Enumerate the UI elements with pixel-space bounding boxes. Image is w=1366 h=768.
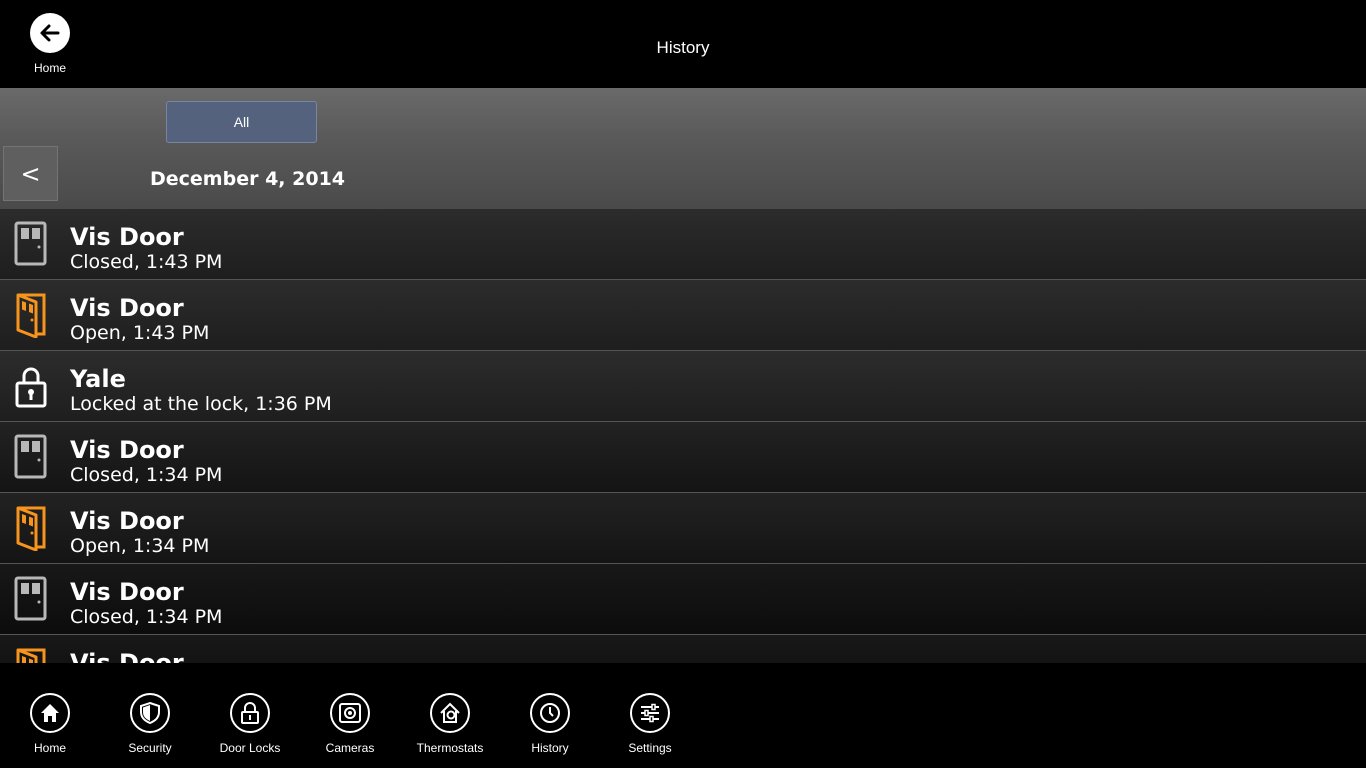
previous-day-button[interactable]: < <box>3 146 58 201</box>
nav-door-locks-label: Door Locks <box>219 741 281 755</box>
event-detail: Closed, 1:43 PM <box>70 251 223 273</box>
history-list[interactable]: Vis Door Closed, 1:43 PM Vis Door Open, … <box>0 209 1366 663</box>
list-item[interactable]: Yale Locked at the lock, 1:36 PM <box>0 351 1366 422</box>
clock-icon <box>530 693 570 733</box>
nav-home-label: Home <box>33 741 66 755</box>
list-item[interactable]: Vis Door Open, 1:43 PM <box>0 280 1366 351</box>
bottom-nav: Home Security Door Locks Cameras Thermos… <box>0 663 1366 768</box>
event-device: Vis Door <box>70 578 184 606</box>
nav-security-label: Security <box>128 741 172 755</box>
door-open-icon <box>16 293 46 338</box>
lock-icon <box>230 693 270 733</box>
filter-header: All < December 4, 2014 <box>0 88 1366 209</box>
date-label: December 4, 2014 <box>150 168 346 190</box>
nav-history-label: History <box>531 741 569 755</box>
sliders-icon <box>630 693 670 733</box>
door-closed-icon <box>14 221 47 266</box>
event-device: Vis Door <box>70 223 184 251</box>
filter-all-button[interactable]: All <box>166 101 317 143</box>
event-detail: Locked at the lock, 1:36 PM <box>70 393 332 415</box>
door-open-icon <box>16 506 46 551</box>
list-item[interactable]: Vis Door Closed, 1:34 PM <box>0 422 1366 493</box>
list-item[interactable]: Vis Door Open, 1:34 PM <box>0 493 1366 564</box>
list-item[interactable]: Vis Door Closed, 1:34 PM <box>0 564 1366 635</box>
home-icon <box>30 693 70 733</box>
nav-cameras-label: Cameras <box>325 741 375 755</box>
nav-history[interactable]: History <box>500 693 600 755</box>
nav-thermostats[interactable]: Thermostats <box>400 693 500 755</box>
event-device: Vis Door <box>70 649 184 663</box>
event-detail: Closed, 1:34 PM <box>70 464 223 486</box>
nav-settings-label: Settings <box>628 741 672 755</box>
shield-icon <box>130 693 170 733</box>
top-bar: Home History <box>0 0 1366 88</box>
nav-home[interactable]: Home <box>0 693 100 755</box>
door-closed-icon <box>14 576 47 621</box>
padlock-icon <box>15 367 47 408</box>
nav-settings[interactable]: Settings <box>600 693 700 755</box>
page-title: History <box>656 38 710 57</box>
nav-door-locks[interactable]: Door Locks <box>200 693 300 755</box>
event-detail: Open, 1:34 PM <box>70 535 210 557</box>
door-closed-icon <box>14 434 47 479</box>
event-device: Vis Door <box>70 294 184 322</box>
back-home-label: Home <box>33 61 66 75</box>
nav-cameras[interactable]: Cameras <box>300 693 400 755</box>
event-detail: Open, 1:43 PM <box>70 322 210 344</box>
list-item[interactable]: Vis Door Closed, 1:43 PM <box>0 209 1366 280</box>
event-device: Vis Door <box>70 436 184 464</box>
nav-thermostats-label: Thermostats <box>416 741 484 755</box>
list-item[interactable]: Vis Door <box>0 635 1366 663</box>
camera-icon <box>330 693 370 733</box>
event-device: Vis Door <box>70 507 184 535</box>
event-detail: Closed, 1:34 PM <box>70 606 223 628</box>
nav-security[interactable]: Security <box>100 693 200 755</box>
event-device: Yale <box>70 365 126 393</box>
thermostat-icon <box>430 693 470 733</box>
door-open-icon <box>16 648 46 663</box>
